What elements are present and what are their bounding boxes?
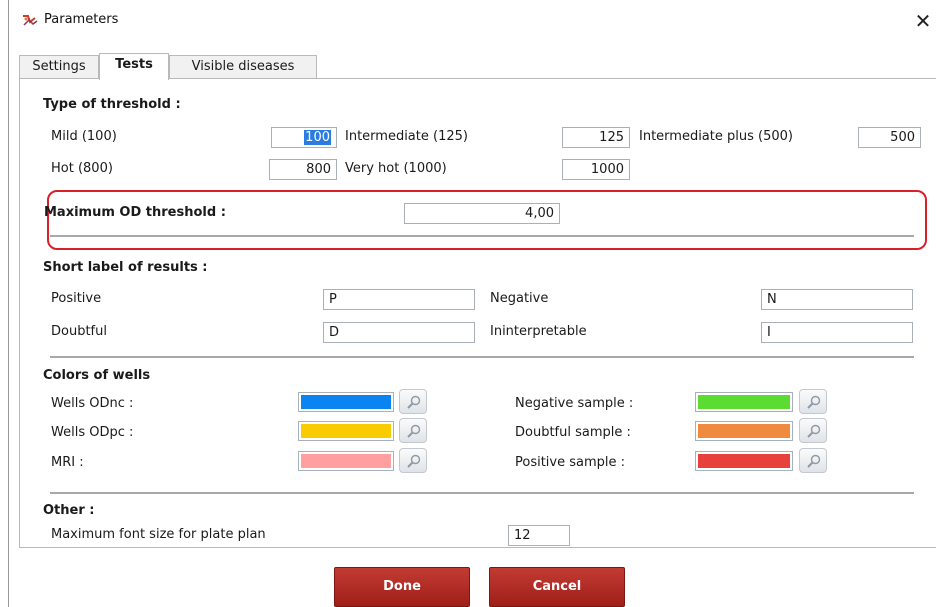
hot-label: Hot (800): [51, 161, 113, 176]
negative-sample-label: Negative sample :: [515, 396, 634, 411]
doubtful-sample-label: Doubtful sample :: [515, 425, 631, 440]
positive-sample-label: Positive sample :: [515, 455, 626, 470]
close-icon[interactable]: ✕: [909, 6, 936, 36]
tab-tests[interactable]: Tests: [99, 53, 169, 80]
intermediate-label: Intermediate (125): [345, 129, 468, 144]
parameters-dialog: Parameters ✕ Settings Tests Visible dise…: [8, 0, 936, 607]
mri-color-fill: [301, 454, 391, 468]
font-size-input[interactable]: 12: [508, 525, 570, 546]
positive-sample-color-swatch[interactable]: [695, 451, 793, 471]
positive-label: Positive: [51, 291, 102, 306]
tab-settings[interactable]: Settings: [19, 55, 99, 79]
done-button[interactable]: Done: [334, 567, 470, 607]
cancel-button[interactable]: Cancel: [489, 567, 625, 607]
mri-label: MRI :: [51, 455, 84, 470]
ininterpretable-short-label-input[interactable]: I: [761, 322, 913, 343]
font-size-label: Maximum font size for plate plan: [51, 527, 266, 542]
negative-short-label-input[interactable]: N: [761, 289, 913, 310]
intermediate-threshold-input[interactable]: 125: [562, 127, 630, 148]
other-heading: Other :: [43, 503, 95, 518]
mild-threshold-input[interactable]: 100: [271, 127, 337, 148]
doubtful-sample-color-swatch[interactable]: [695, 421, 793, 441]
negative-label: Negative: [490, 291, 549, 306]
section-divider: [50, 492, 914, 494]
doubtful-sample-picker-button[interactable]: [799, 418, 827, 443]
positive-short-label-input[interactable]: P: [323, 289, 475, 310]
tab-visible-diseases[interactable]: Visible diseases: [169, 55, 317, 79]
wells-odpc-color-swatch[interactable]: [298, 421, 394, 441]
wells-odnc-label: Wells ODnc :: [51, 396, 134, 411]
parameters-app-icon: [22, 13, 38, 29]
short-label-heading: Short label of results :: [43, 260, 208, 275]
intermediate-plus-threshold-input[interactable]: 500: [858, 127, 921, 148]
doubtful-short-label-input[interactable]: D: [323, 322, 475, 343]
positive-sample-picker-button[interactable]: [799, 448, 827, 473]
very-hot-label: Very hot (1000): [345, 161, 447, 176]
positive-sample-color-fill: [698, 454, 790, 468]
window-title: Parameters: [44, 12, 119, 27]
max-od-label: Maximum OD threshold :: [44, 205, 226, 220]
intermediate-plus-label: Intermediate plus (500): [639, 129, 793, 144]
wells-odpc-color-fill: [301, 424, 391, 438]
mri-color-swatch[interactable]: [298, 451, 394, 471]
section-divider: [50, 356, 914, 358]
mild-label: Mild (100): [51, 129, 117, 144]
ininterpretable-label: Ininterpretable: [490, 324, 587, 339]
doubtful-label: Doubtful: [51, 324, 107, 339]
negative-sample-picker-button[interactable]: [799, 389, 827, 414]
doubtful-sample-color-fill: [698, 424, 790, 438]
wells-odpc-picker-button[interactable]: [399, 418, 427, 443]
title-bar: Parameters ✕: [9, 0, 936, 46]
colors-heading: Colors of wells: [43, 368, 151, 383]
negative-sample-color-fill: [698, 395, 790, 409]
negative-sample-color-swatch[interactable]: [695, 392, 793, 412]
tests-panel: [19, 78, 936, 548]
threshold-heading: Type of threshold :: [43, 97, 181, 112]
very-hot-threshold-input[interactable]: 1000: [562, 159, 630, 180]
wells-odnc-picker-button[interactable]: [399, 389, 427, 414]
wells-odnc-color-swatch[interactable]: [298, 392, 394, 412]
mri-picker-button[interactable]: [399, 448, 427, 473]
hot-threshold-input[interactable]: 800: [269, 159, 337, 180]
wells-odnc-color-fill: [301, 395, 391, 409]
section-divider: [50, 235, 914, 237]
wells-odpc-label: Wells ODpc :: [51, 425, 134, 440]
max-od-threshold-input[interactable]: 4,00: [404, 203, 560, 224]
